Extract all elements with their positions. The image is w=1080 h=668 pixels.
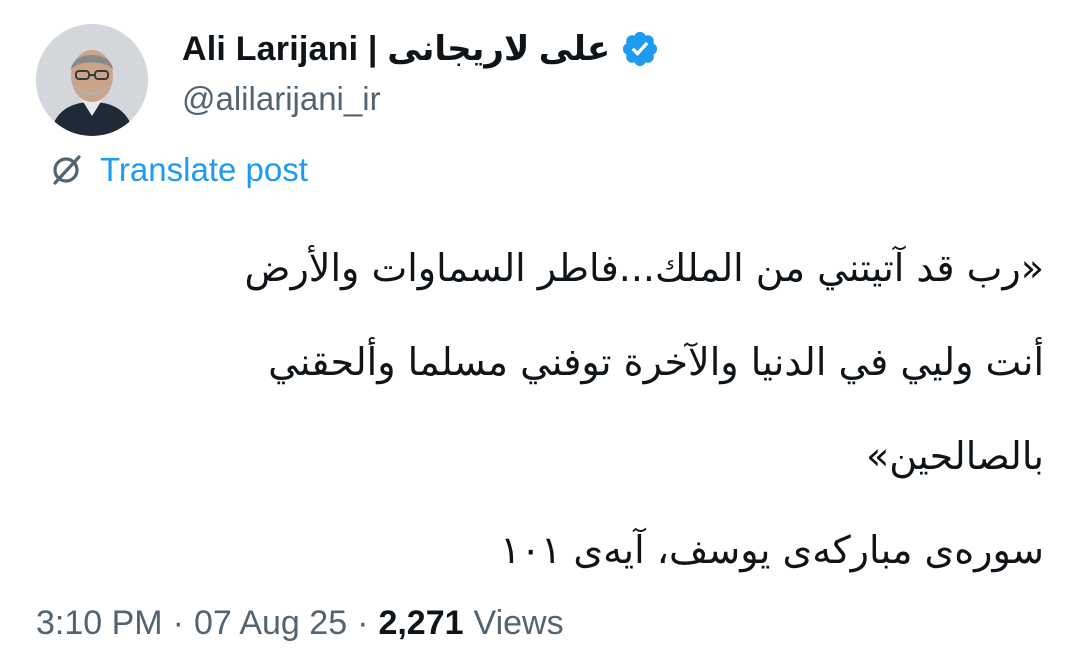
post-line: أنت وليي في الدنيا والآخرة توفني مسلما و… xyxy=(268,340,1044,384)
post-meta: 3:10 PM · 07 Aug 25 · 2,271 Views xyxy=(36,604,564,643)
author-display-name[interactable]: Ali Larijani | علی لاریجانی xyxy=(182,29,610,69)
avatar-portrait xyxy=(36,24,148,136)
post-time[interactable]: 3:10 PM xyxy=(36,604,163,643)
post-date[interactable]: 07 Aug 25 xyxy=(194,604,347,643)
meta-separator: · xyxy=(357,604,369,642)
author-handle[interactable]: @alilarijani_ir xyxy=(182,80,381,118)
verified-badge-icon[interactable] xyxy=(620,29,660,69)
post-body: «رب قد آتيتني من الملك...فاطر السماوات و… xyxy=(44,232,1044,608)
translate-post-button[interactable]: Translate post xyxy=(46,150,308,190)
globe-translate-icon xyxy=(46,150,86,190)
post-line: سوره‌ی مبارکه‌ی یوسف، آیه‌ی ۱۰۱ xyxy=(500,528,1044,572)
post-line: «رب قد آتيتني من الملك...فاطر السماوات و… xyxy=(244,246,1044,290)
views-label: Views xyxy=(473,604,564,642)
post-line: بالصالحين» xyxy=(865,434,1044,478)
meta-separator: · xyxy=(172,604,184,642)
author-name-row[interactable]: Ali Larijani | علی لاریجانی xyxy=(182,22,660,76)
profile-avatar[interactable] xyxy=(36,24,148,136)
views-count: 2,271 xyxy=(378,604,464,642)
translate-post-label[interactable]: Translate post xyxy=(100,151,308,189)
